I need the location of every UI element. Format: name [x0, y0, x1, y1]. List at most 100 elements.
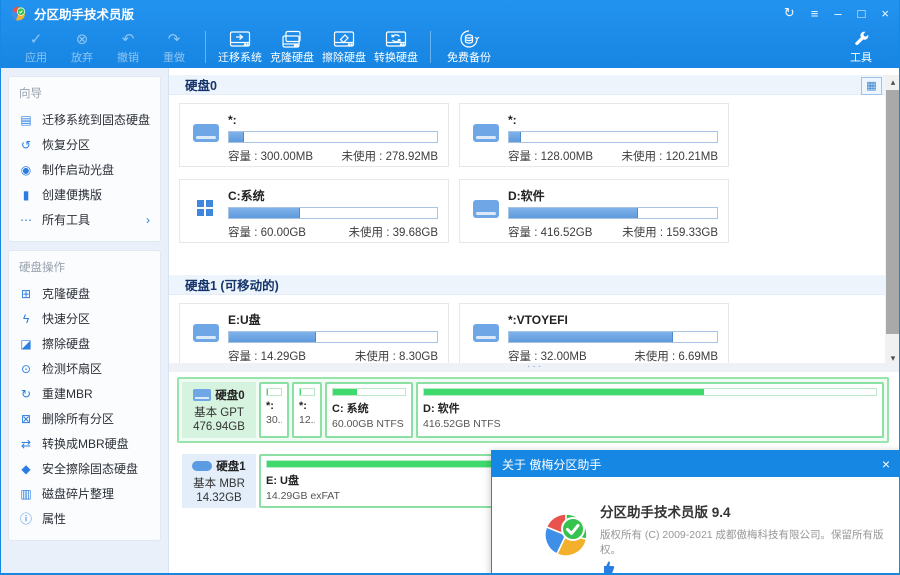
- capacity-text: 容量 : 14.29GB: [228, 351, 306, 363]
- convert-disk-icon: [384, 29, 408, 49]
- sidebar-item-properties[interactable]: ⓘ 属性: [17, 506, 152, 531]
- partition-card-c-drive[interactable]: C:系统 容量 : 60.00GB 未使用 : 39.68GB: [179, 179, 449, 243]
- disk-type: 基本 GPT: [194, 407, 244, 419]
- app-logo-icon: [11, 6, 26, 20]
- sidebar-item-label: 磁盘碎片整理: [42, 487, 115, 501]
- wizard-panel: 向导 ▤ 迁移系统到固态硬盘 ↺ 恢复分区 ◉ 制作启动光盘 ▮ 创建便携版 ⋯…: [8, 76, 161, 242]
- partition-name: *:VTOYEFI: [508, 313, 568, 327]
- strip-partition-disk0-p1[interactable]: *: 30...: [259, 382, 289, 438]
- disk-ops-section-title: 硬盘操作: [19, 262, 65, 274]
- disk0-section-header: 硬盘0: [169, 75, 885, 95]
- wizard-section-title: 向导: [19, 88, 42, 100]
- disk0-label[interactable]: 硬盘0 基本 GPT 476.94GB: [182, 382, 256, 438]
- copyright-text: 版权所有 (C) 2009-2021 成都傲梅科技有限公司。保留所有版权。: [600, 529, 884, 556]
- sidebar-item-rebuild-mbr[interactable]: ↻ 重建MBR: [17, 381, 152, 406]
- dialog-close-icon[interactable]: ×: [882, 456, 890, 472]
- disk-type: 基本 MBR: [193, 478, 245, 490]
- view-toggle-button[interactable]: ▦: [861, 77, 882, 95]
- bad-sector-icon: ⊙: [20, 361, 32, 376]
- sidebar-item-clone-disk[interactable]: ⊞ 克隆硬盘: [17, 281, 152, 306]
- vertical-scrollbar[interactable]: ▴ ▾: [885, 75, 899, 365]
- partition-size: 12...: [299, 414, 315, 426]
- capacity-text: 容量 : 60.00GB: [228, 227, 306, 239]
- sidebar-item-delete-all-partitions[interactable]: ⊠ 删除所有分区: [17, 406, 152, 431]
- apply-label: 应用: [25, 52, 47, 64]
- sidebar-item-defrag[interactable]: ▥ 磁盘碎片整理: [17, 481, 152, 506]
- disk1-label[interactable]: 硬盘1 基本 MBR 14.32GB: [182, 454, 256, 508]
- usage-bar: [228, 207, 438, 219]
- sidebar-item-recover-partition[interactable]: ↺ 恢复分区: [17, 132, 152, 157]
- strip-partition-d[interactable]: D: 软件 416.52GB NTFS: [416, 382, 884, 438]
- strip-partition-disk0-p2[interactable]: *: 12...: [292, 382, 322, 438]
- disk-overview-region: 硬盘0 *: 容量 : 300.00MB 未使用 : 278.92MB *: 容…: [169, 75, 885, 367]
- wipe-disk-label: 擦除硬盘: [322, 52, 366, 64]
- boot-disc-icon: ◉: [20, 162, 32, 177]
- disk-name: 硬盘1: [216, 461, 246, 473]
- capacity-text: 容量 : 416.52GB: [508, 227, 593, 239]
- partition-card-vtoyefi[interactable]: *:VTOYEFI 容量 : 32.00MB 未使用 : 6.69MB: [459, 303, 729, 367]
- partition-name: *:: [228, 113, 237, 127]
- tools-button[interactable]: 工具: [835, 27, 887, 67]
- undo-button[interactable]: ↶ 撤销: [105, 27, 151, 67]
- drive-icon: [193, 324, 219, 342]
- disk-ops-panel: 硬盘操作 ⊞ 克隆硬盘 ϟ 快速分区 ◪ 擦除硬盘 ⊙ 检测坏扇区 ↻ 重建MB…: [8, 250, 161, 541]
- sidebar-item-label: 重建MBR: [42, 387, 93, 401]
- strip-partition-c[interactable]: C: 系统 60.00GB NTFS: [325, 382, 413, 438]
- portable-icon: ▮: [22, 187, 30, 202]
- sidebar-item-quick-partition[interactable]: ϟ 快速分区: [17, 306, 152, 331]
- free-backup-button[interactable]: 免费备份: [439, 27, 499, 67]
- drive-icon: [193, 124, 219, 142]
- usb-drive-icon: [192, 461, 213, 471]
- partition-card-disk0-p1[interactable]: *: 容量 : 300.00MB 未使用 : 278.92MB: [179, 103, 449, 167]
- capacity-text: 容量 : 32.00MB: [508, 351, 587, 363]
- lightning-icon: ϟ: [22, 311, 30, 326]
- chevron-right-icon: ›: [146, 212, 150, 227]
- sidebar-item-convert-to-mbr[interactable]: ⇄ 转换成MBR硬盘: [17, 431, 152, 456]
- capacity-text: 容量 : 300.00MB: [228, 151, 314, 163]
- sidebar-item-wipe-disk[interactable]: ◪ 擦除硬盘: [17, 331, 152, 356]
- migrate-os-button[interactable]: 迁移系统: [214, 27, 266, 67]
- clone-icon: ⊞: [20, 286, 32, 301]
- partition-card-disk0-p2[interactable]: *: 容量 : 128.00MB 未使用 : 120.21MB: [459, 103, 729, 167]
- sidebar-item-create-portable[interactable]: ▮ 创建便携版: [17, 182, 152, 207]
- migrate-os-label: 迁移系统: [218, 52, 262, 64]
- refresh-icon[interactable]: ↻: [784, 5, 795, 21]
- partition-size: 30...: [266, 414, 282, 426]
- partition-card-d-drive[interactable]: D:软件 容量 : 416.52GB 未使用 : 159.33GB: [459, 179, 729, 243]
- convert-disk-button[interactable]: 转换硬盘: [370, 27, 422, 67]
- sidebar-item-label: 属性: [42, 512, 67, 526]
- migrate-ssd-icon: ▤: [20, 112, 32, 127]
- sidebar-item-label: 删除所有分区: [42, 412, 115, 426]
- maximize-icon[interactable]: □: [858, 6, 866, 21]
- scrollbar-thumb[interactable]: [886, 90, 899, 334]
- partition-card-e-drive[interactable]: E:U盘 容量 : 14.29GB 未使用 : 8.30GB: [179, 303, 449, 367]
- partition-size: 60.00GB NTFS: [332, 418, 404, 430]
- all-tools-icon: ⋯: [20, 212, 32, 227]
- redo-button[interactable]: ↷ 重做: [151, 27, 197, 67]
- sidebar-item-all-tools[interactable]: ⋯ 所有工具 ›: [17, 207, 152, 232]
- toolbar-separator: [430, 31, 431, 63]
- splitter-handle[interactable]: ···: [169, 362, 899, 372]
- apply-check-icon: ✓: [29, 31, 43, 48]
- discard-button[interactable]: ⊗ 放弃: [59, 27, 105, 67]
- disk0-strip-row[interactable]: 硬盘0 基本 GPT 476.94GB *: 30... *: 12... C:…: [177, 377, 889, 443]
- sidebar-item-label: 克隆硬盘: [42, 287, 91, 301]
- partition-name: *:: [266, 400, 274, 412]
- recover-icon: ↺: [20, 137, 32, 152]
- wipe-disk-button[interactable]: 擦除硬盘: [318, 27, 370, 67]
- disk-size: 476.94GB: [193, 421, 245, 433]
- apply-button[interactable]: ✓ 应用: [13, 27, 59, 67]
- about-dialog-body: 分区助手技术员版 9.4 版权所有 (C) 2009-2021 成都傲梅科技有限…: [492, 477, 899, 573]
- clone-disk-button[interactable]: 克隆硬盘: [266, 27, 318, 67]
- disk0-cards: *: 容量 : 300.00MB 未使用 : 278.92MB *: 容量 : …: [179, 103, 731, 243]
- minimize-icon[interactable]: –: [834, 6, 841, 21]
- sidebar-item-migrate-to-ssd[interactable]: ▤ 迁移系统到固态硬盘: [17, 107, 152, 132]
- wipe-disk-icon: [332, 29, 356, 49]
- partition-name: E:U盘: [228, 313, 261, 327]
- menu-icon[interactable]: ≡: [811, 6, 819, 21]
- sidebar-item-make-boot-disc[interactable]: ◉ 制作启动光盘: [17, 157, 152, 182]
- sidebar-item-secure-erase-ssd[interactable]: ◆ 安全擦除固态硬盘: [17, 456, 152, 481]
- scroll-up-icon[interactable]: ▴: [885, 75, 899, 89]
- sidebar-item-check-bad-sectors[interactable]: ⊙ 检测坏扇区: [17, 356, 152, 381]
- close-icon[interactable]: ×: [881, 6, 889, 21]
